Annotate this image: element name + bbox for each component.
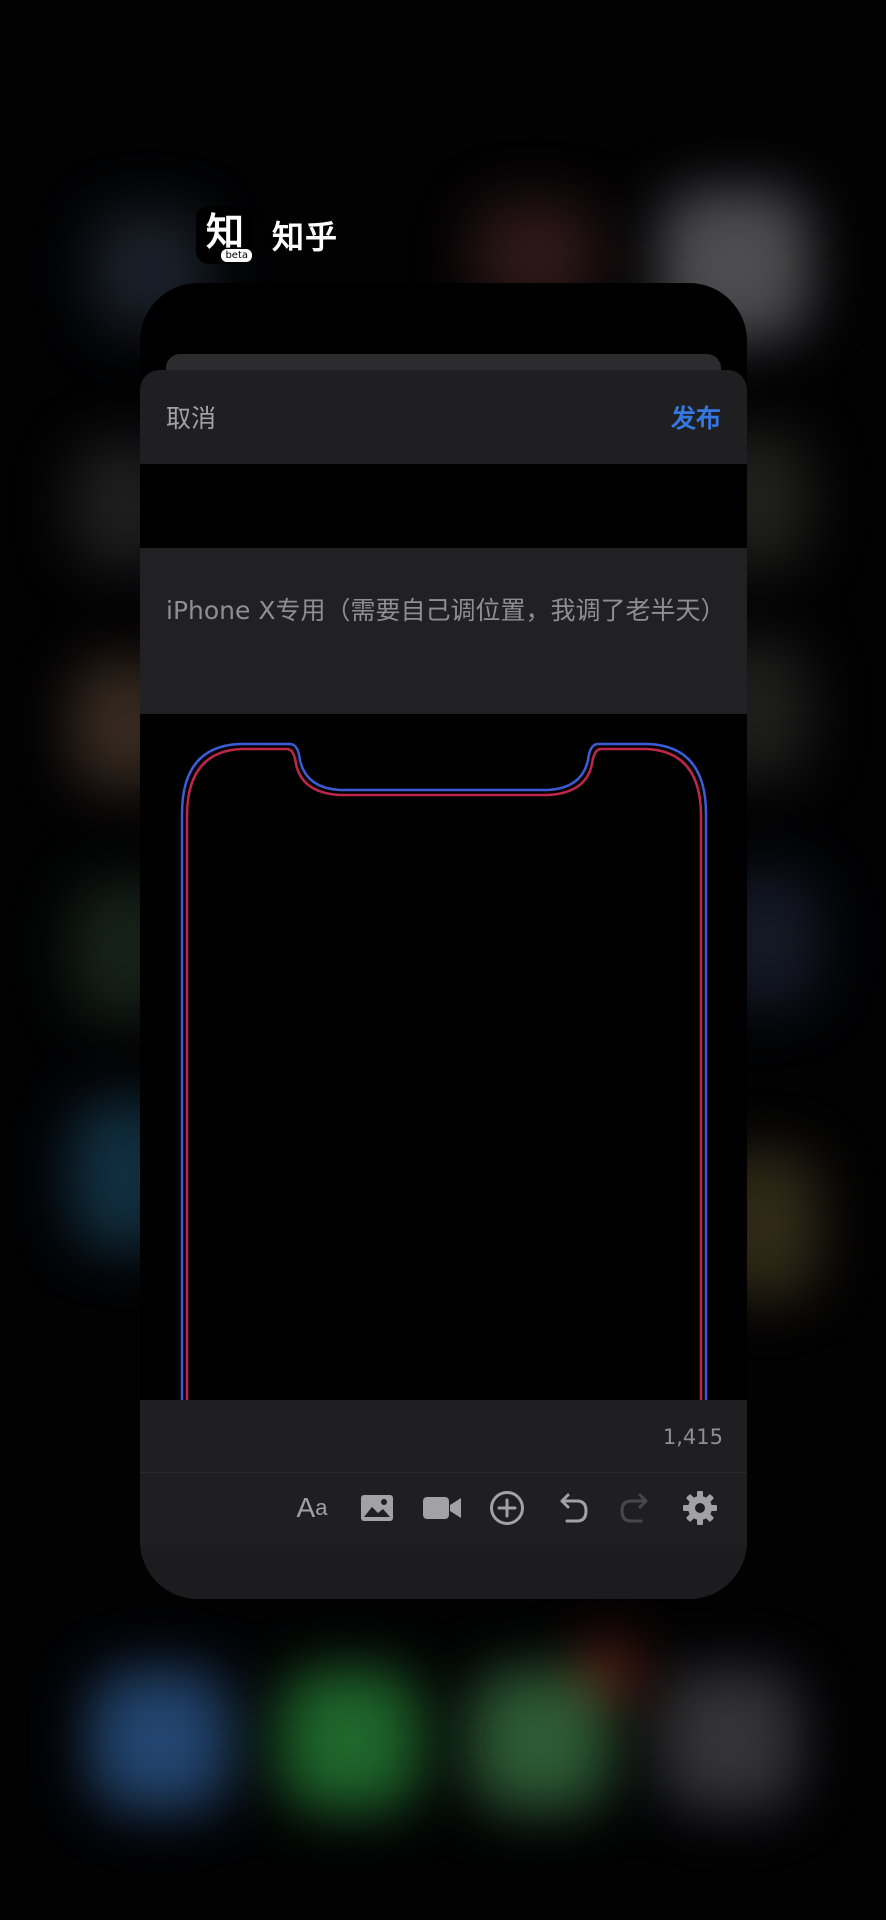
app-switcher-screen: 知 beta 知乎 取消 发布 iPhone X专用（需要自己调位置，我调了老半… [0, 0, 886, 1920]
iphone-outline-image [180, 742, 708, 1400]
app-name: 知乎 [272, 218, 339, 256]
attached-image[interactable] [140, 714, 747, 1400]
compose-sheet: 取消 发布 iPhone X专用（需要自己调位置，我调了老半天） 1,415 A… [140, 370, 747, 1599]
add-circle-icon[interactable] [485, 1486, 529, 1530]
app-card[interactable]: 取消 发布 iPhone X专用（需要自己调位置，我调了老半天） 1,415 A… [140, 283, 747, 1599]
bottom-padding [140, 1545, 747, 1599]
text-format-icon[interactable]: Aa [290, 1486, 334, 1530]
cancel-button[interactable]: 取消 [166, 399, 216, 435]
redo-icon[interactable] [614, 1486, 658, 1530]
undo-icon[interactable] [550, 1486, 594, 1530]
image-icon[interactable] [355, 1486, 399, 1530]
app-icon-glyph: 知 [205, 210, 244, 254]
char-count-row: 1,415 [140, 1400, 747, 1472]
char-count: 1,415 [662, 1425, 723, 1449]
video-icon[interactable] [420, 1486, 464, 1530]
format-label-big: A [296, 1492, 316, 1523]
header-spacer [140, 464, 747, 548]
settings-icon[interactable] [678, 1486, 722, 1530]
post-body-text[interactable]: iPhone X专用（需要自己调位置，我调了老半天） [166, 588, 726, 633]
beta-badge: beta [221, 249, 252, 262]
format-label-small: a [315, 1495, 328, 1520]
editor-toolbar: Aa [140, 1472, 747, 1546]
post-text-area[interactable]: iPhone X专用（需要自己调位置，我调了老半天） [140, 548, 747, 714]
app-switcher-header[interactable]: 知 beta 知乎 [196, 206, 338, 264]
compose-nav-bar: 取消 发布 [140, 370, 747, 464]
zhihu-app-icon: 知 beta [196, 206, 254, 264]
publish-button[interactable]: 发布 [671, 399, 721, 435]
